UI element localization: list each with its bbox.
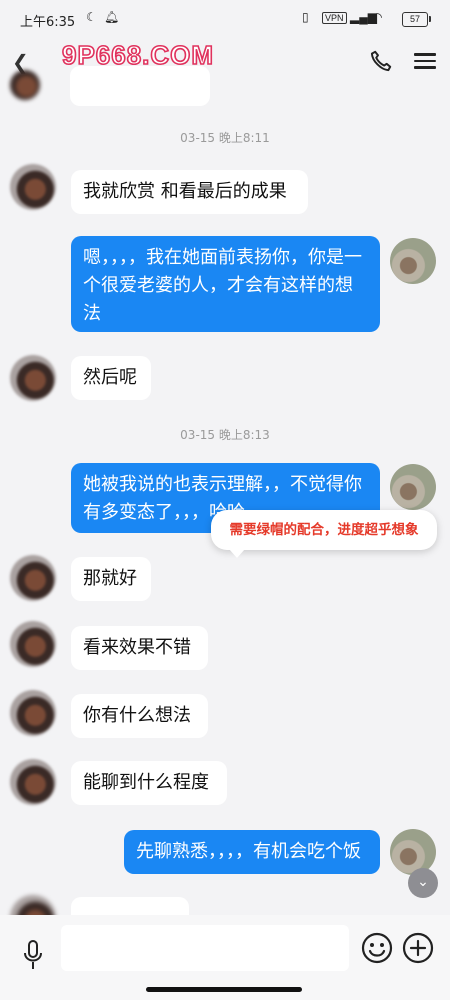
message-bubble-partial <box>70 66 210 106</box>
contact-avatar[interactable] <box>10 759 56 805</box>
bell-icon: 🔔︎ <box>104 10 120 24</box>
plus-icon[interactable] <box>402 932 434 964</box>
chevron-down-icon[interactable]: ⌄ <box>408 868 438 898</box>
wifi-icon: ◠ <box>372 10 383 24</box>
chat-header: ❮ 9P668.COM <box>0 38 450 84</box>
message-bubble-incoming[interactable]: 能聊到什么程度 <box>71 761 227 805</box>
my-avatar[interactable] <box>390 238 436 284</box>
message-bubble-incoming[interactable]: 然后呢 <box>71 356 151 400</box>
contact-avatar[interactable] <box>10 690 56 736</box>
message-bubble-outgoing[interactable]: 先聊熟悉，，，，有机会吃个饭 <box>124 830 380 874</box>
moon-icon: ☾ <box>86 10 97 24</box>
mic-icon[interactable] <box>20 935 46 975</box>
timestamp: 03-15 晚上8:11 <box>180 131 270 145</box>
message-bubble-incoming[interactable]: 那就好 <box>71 557 151 601</box>
contact-avatar[interactable] <box>10 70 40 100</box>
menu-icon[interactable] <box>414 50 436 70</box>
status-time: 上午6:35 <box>20 15 76 30</box>
vibrate-icon: ▯ <box>302 10 309 24</box>
chat-thread[interactable]: 03-15 晚上8:11 我就欣赏 和看最后的成果 嗯，，，，我在她面前表扬你，… <box>0 66 450 941</box>
message-input[interactable] <box>61 925 349 971</box>
my-avatar[interactable] <box>390 829 436 875</box>
my-avatar[interactable] <box>390 464 436 510</box>
contact-avatar[interactable] <box>10 555 56 601</box>
message-bubble-incoming[interactable]: 看来效果不错 <box>71 626 208 670</box>
timestamp: 03-15 晚上8:13 <box>180 428 270 442</box>
message-bubble-outgoing[interactable]: 嗯，，，，我在她面前表扬你，你是一个很爱老婆的人，才会有这样的想法 <box>71 236 380 332</box>
home-indicator[interactable] <box>146 987 302 992</box>
contact-avatar[interactable] <box>10 355 56 401</box>
vpn-badge: VPN <box>322 12 347 24</box>
input-bar <box>0 915 450 1000</box>
status-bar: 上午6:35 ☾ 🔔︎ ▯ VPN ▂▄▆ ◠ 57 <box>0 0 450 40</box>
message-bubble-incoming[interactable]: 我就欣赏 和看最后的成果 <box>71 170 308 214</box>
annotation-callout: 需要绿帽的配合，进度超乎想象 <box>211 510 437 558</box>
phone-icon[interactable] <box>368 48 394 74</box>
message-bubble-incoming[interactable]: 你有什么想法 <box>71 694 208 738</box>
contact-avatar[interactable] <box>10 621 56 667</box>
emoji-icon[interactable] <box>361 932 393 964</box>
battery-indicator: 57 <box>402 12 431 27</box>
contact-avatar[interactable] <box>10 164 56 210</box>
